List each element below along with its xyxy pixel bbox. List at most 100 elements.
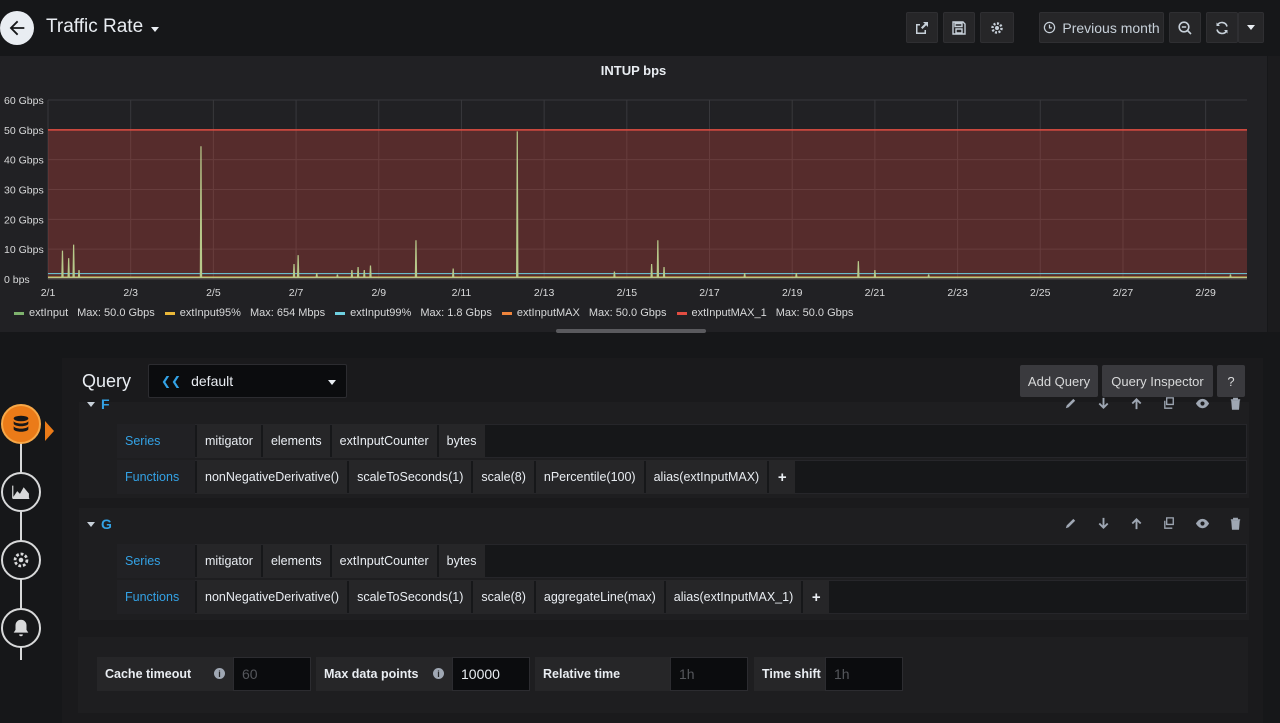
function-chip[interactable]: alias(extInputMAX_1) [665,580,802,614]
legend-item-extinput95[interactable]: extInput95% Max: 654 Mbps [164,307,325,319]
arrow-down-icon[interactable] [1096,396,1111,411]
legend-item-extinputmax[interactable]: extInputMAX Max: 50.0 Gbps [501,307,667,319]
time-shift-input[interactable]: 1h [825,657,903,691]
legend-item-extinputmax-1[interactable]: extInputMAX_1 Max: 50.0 Gbps [676,307,854,319]
save-dashboard-button[interactable] [943,12,975,43]
function-chip[interactable]: alias(extInputMAX) [645,460,768,494]
target-collapse-toggle[interactable]: G [87,516,112,532]
nav-alert[interactable] [1,608,41,648]
refresh-button[interactable] [1206,12,1238,43]
legend-series-name: extInput99% [350,307,412,319]
relative-time-option: Relative time 1h [535,657,748,691]
time-picker-button[interactable]: Previous month [1039,12,1164,43]
legend-series-name: extInputMAX_1 [691,307,767,319]
chevron-down-icon [328,380,336,385]
legend-swatch [14,311,24,315]
cache-timeout-input[interactable]: 60 [233,657,311,691]
eye-icon[interactable] [1195,516,1210,531]
panel-title[interactable]: INTUP bps [0,63,1267,78]
series-label: Series [117,424,195,458]
function-chip[interactable]: nonNegativeDerivative() [197,460,348,494]
legend-swatch [676,311,687,315]
nav-visualization[interactable] [1,472,41,512]
legend-swatch [501,311,512,315]
legend-series-name: extInput95% [179,307,241,319]
series-row: Series mitigator elements extInputCounte… [117,424,485,458]
function-chip[interactable]: aggregateLine(max) [535,580,664,614]
x-tick-label: 2/13 [534,287,555,299]
arrow-up-icon[interactable] [1129,396,1144,411]
zoom-out-icon [1178,20,1192,35]
target-actions [1063,516,1243,531]
x-tick-label: 2/29 [1195,287,1216,299]
series-segment[interactable]: bytes [438,544,485,578]
function-chip[interactable]: scale(8) [473,460,534,494]
series-segment[interactable]: bytes [438,424,485,458]
legend-item-extinput[interactable]: extInput Max: 50.0 Gbps [14,307,155,319]
legend-max-value: Max: 50.0 Gbps [775,307,854,319]
legend-max-value: Max: 50.0 Gbps [77,307,155,319]
nav-queries[interactable] [1,404,54,444]
area-chart-icon [12,485,30,500]
series-segment[interactable]: mitigator [197,544,261,578]
legend-max-value: Max: 50.0 Gbps [588,307,667,319]
trash-icon[interactable] [1228,396,1243,411]
dashboard-navbar: Traffic Rate Previous month [0,0,1280,56]
info-icon[interactable]: i [433,668,444,679]
trash-icon[interactable] [1228,516,1243,531]
series-segment[interactable]: elements [262,424,330,458]
info-icon[interactable]: i [214,668,225,679]
add-function-button[interactable]: + [803,580,830,614]
chevron-down-icon [1247,25,1255,30]
relative-time-label: Relative time [535,657,670,691]
max-data-points-input[interactable]: 10000 [452,657,530,691]
zoom-out-button[interactable] [1169,12,1201,43]
caret-down-icon [151,26,160,32]
panel-resize-handle[interactable] [556,329,706,333]
duplicate-icon[interactable] [1162,516,1177,531]
traffic-chart[interactable]: 60 Gbps 50 Gbps 40 Gbps 30 Gbps 20 Gbps 10 Gb… [0,86,1267,306]
duplicate-icon[interactable] [1162,396,1177,411]
series-segment[interactable]: elements [262,544,330,578]
y-tick-label: 10 Gbps [4,244,44,256]
x-tick-label: 2/11 [452,287,472,299]
eye-icon[interactable] [1195,396,1210,411]
target-collapse-toggle[interactable]: F [87,396,110,412]
function-chip[interactable]: scale(8) [473,580,534,614]
dashboard-title[interactable]: Traffic Rate [46,16,160,38]
share-icon [916,21,928,34]
x-tick-label: 2/9 [371,287,386,299]
settings-button[interactable] [980,12,1014,43]
series-row: Series mitigator elements extInputCounte… [117,544,485,578]
x-tick-label: 2/3 [123,287,138,299]
pencil-icon[interactable] [1063,516,1078,531]
legend-item-extinput99[interactable]: extInput99% Max: 1.8 Gbps [335,307,492,319]
share-button[interactable] [906,12,938,43]
graphite-icon: ❮❮ [161,374,182,388]
scrollbar[interactable] [1268,56,1280,332]
function-chip[interactable]: nPercentile(100) [535,460,644,494]
target-letter: G [101,516,112,532]
refresh-interval-dropdown[interactable] [1238,12,1264,43]
pencil-icon[interactable] [1063,396,1078,411]
back-button[interactable] [0,11,34,45]
add-function-button[interactable]: + [769,460,796,494]
query-target-g: G Series mitigator elements extInputCoun… [79,508,1249,620]
target-letter: F [101,396,110,412]
function-chip[interactable]: scaleToSeconds(1) [349,580,472,614]
editor-side-nav [0,400,54,723]
save-icon [952,20,966,35]
nav-general[interactable] [1,540,41,580]
clock-icon [1044,21,1056,34]
series-segment[interactable]: extInputCounter [331,424,437,458]
cache-timeout-label-text: Cache timeout [105,667,192,681]
series-segment[interactable]: extInputCounter [331,544,437,578]
relative-time-input[interactable]: 1h [670,657,748,691]
function-chip[interactable]: scaleToSeconds(1) [349,460,472,494]
target-header: G [79,508,1249,540]
x-tick-label: 2/21 [865,287,886,299]
series-segment[interactable]: mitigator [197,424,261,458]
arrow-down-icon[interactable] [1096,516,1111,531]
arrow-up-icon[interactable] [1129,516,1144,531]
function-chip[interactable]: nonNegativeDerivative() [197,580,348,614]
